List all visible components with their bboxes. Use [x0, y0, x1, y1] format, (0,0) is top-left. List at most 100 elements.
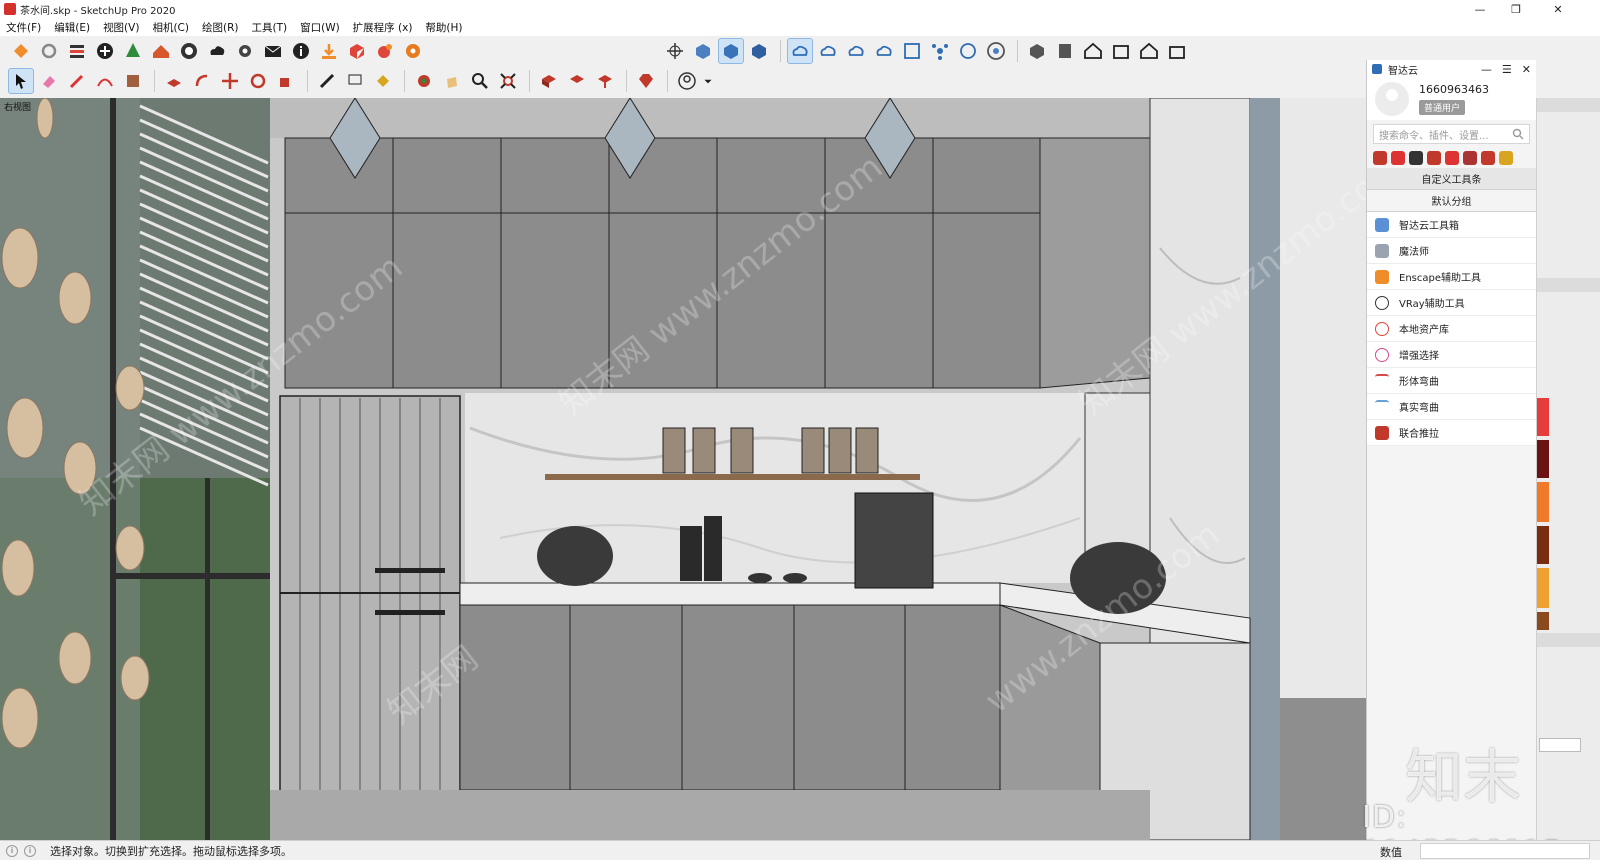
paint-tool-icon[interactable]: [372, 38, 398, 64]
warehouse-3d-icon[interactable]: [536, 68, 562, 94]
tray-header[interactable]: [1537, 278, 1600, 292]
search-input[interactable]: 搜索命令、插件、设置...: [1373, 124, 1530, 144]
tape-measure-icon[interactable]: [314, 68, 340, 94]
menu-help[interactable]: 帮助(H): [425, 20, 462, 35]
cloud-upload-icon[interactable]: [843, 38, 869, 64]
push-pull-icon[interactable]: [1427, 151, 1441, 165]
box-tool-icon[interactable]: [344, 38, 370, 64]
front-view-icon[interactable]: [718, 38, 744, 64]
tree-icon[interactable]: [120, 38, 146, 64]
avatar[interactable]: [1375, 82, 1409, 116]
zoom-icon[interactable]: [467, 68, 493, 94]
account-icon[interactable]: [674, 68, 700, 94]
chevron-down-icon[interactable]: [702, 68, 714, 94]
measurement-input[interactable]: [1420, 843, 1590, 859]
top-view-icon[interactable]: [690, 38, 716, 64]
mail-icon[interactable]: [260, 38, 286, 64]
right-view-icon[interactable]: [746, 38, 772, 64]
material-swatch[interactable]: [1537, 398, 1549, 436]
search-icon[interactable]: [1512, 128, 1524, 140]
minimize-button[interactable]: —: [1462, 0, 1498, 18]
geolocation-icon[interactable]: i: [6, 844, 18, 857]
arc-icon[interactable]: [92, 68, 118, 94]
menu-file[interactable]: 文件(F): [6, 20, 41, 35]
clock-check-icon[interactable]: [955, 38, 981, 64]
pan-hand-icon[interactable]: [439, 68, 465, 94]
import-icon[interactable]: [316, 38, 342, 64]
panel-item-wizard[interactable]: 魔法师: [1367, 238, 1536, 264]
menu-camera[interactable]: 相机(C): [152, 20, 189, 35]
gear-orange-icon[interactable]: [400, 38, 426, 64]
panel-item-enhanced-select[interactable]: 增强选择: [1367, 342, 1536, 368]
pencil-icon[interactable]: [1445, 151, 1459, 165]
move-cross-icon[interactable]: [1391, 151, 1405, 165]
cloud-list-icon[interactable]: [871, 38, 897, 64]
chrome-icon[interactable]: [983, 38, 1009, 64]
zoom-extents-icon[interactable]: [495, 68, 521, 94]
model-viewport[interactable]: 右视图 知末网 www.znzmo.com 知末网 www.znzmo.com …: [0, 98, 1366, 840]
share-model-icon[interactable]: [564, 68, 590, 94]
home-icon[interactable]: [1136, 38, 1162, 64]
menu-view[interactable]: 视图(V): [103, 20, 139, 35]
eraser-icon[interactable]: [36, 68, 62, 94]
panel-item-toolbox[interactable]: 智达云工具箱: [1367, 212, 1536, 238]
scale-icon[interactable]: [273, 68, 299, 94]
network-icon[interactable]: [927, 38, 953, 64]
tape-measure-icon[interactable]: [1409, 151, 1423, 165]
refresh-icon[interactable]: [36, 38, 62, 64]
rectangle-icon[interactable]: [120, 68, 146, 94]
section-default-group[interactable]: 默认分组: [1367, 190, 1536, 212]
panel-item-shape-bend[interactable]: 形体弯曲: [1367, 368, 1536, 394]
expand-icon[interactable]: [899, 38, 925, 64]
info-icon[interactable]: i: [24, 844, 36, 857]
cloud-sync-icon[interactable]: [787, 38, 813, 64]
panel-menu-button[interactable]: ☰: [1502, 63, 1512, 76]
menu-edit[interactable]: 编辑(E): [54, 20, 90, 35]
paint-bucket-icon[interactable]: [370, 68, 396, 94]
panel-item-real-bend[interactable]: 真实弯曲: [1367, 394, 1536, 420]
list-tool-icon[interactable]: [64, 38, 90, 64]
orbit-icon[interactable]: [411, 68, 437, 94]
select-arrow-icon[interactable]: [8, 68, 34, 94]
material-swatch[interactable]: [1537, 612, 1549, 630]
move-icon[interactable]: [217, 68, 243, 94]
push-pull-icon[interactable]: [161, 68, 187, 94]
panel-item-enscape[interactable]: Enscape辅助工具: [1367, 264, 1536, 290]
user-card[interactable]: 1660963463 普通用户: [1367, 78, 1536, 120]
panel-item-joint-pushpull[interactable]: 联合推拉: [1367, 420, 1536, 446]
settings-icon[interactable]: [232, 38, 258, 64]
rotate-icon[interactable]: [1481, 151, 1495, 165]
menu-tools[interactable]: 工具(T): [251, 20, 287, 35]
panel-item-vray[interactable]: VRay辅助工具: [1367, 290, 1536, 316]
material-swatch[interactable]: [1537, 568, 1549, 608]
rotate-icon[interactable]: [245, 68, 271, 94]
menu-window[interactable]: 窗口(W): [300, 20, 340, 35]
house-tool-icon[interactable]: [148, 38, 174, 64]
follow-me-icon[interactable]: [189, 68, 215, 94]
upload-model-icon[interactable]: [592, 68, 618, 94]
tray-header[interactable]: [1537, 633, 1600, 647]
material-swatch[interactable]: [1537, 482, 1549, 522]
iso-view-icon[interactable]: [662, 38, 688, 64]
menu-extensions[interactable]: 扩展程序 (x): [353, 20, 413, 35]
checker-icon[interactable]: [176, 38, 202, 64]
cloud-download-icon[interactable]: [204, 38, 230, 64]
components-icon[interactable]: [1024, 38, 1050, 64]
close-button[interactable]: ✕: [1540, 0, 1576, 18]
panel-minimize-button[interactable]: —: [1481, 63, 1492, 76]
paint-bucket-icon[interactable]: [1499, 151, 1513, 165]
tray-search-input[interactable]: [1539, 738, 1581, 752]
maximize-button[interactable]: ❐: [1498, 0, 1534, 18]
zhidayun-logo-icon[interactable]: [8, 38, 34, 64]
material-swatch[interactable]: [1537, 440, 1549, 478]
materials-icon[interactable]: [1052, 38, 1078, 64]
tray-header[interactable]: [1537, 98, 1600, 112]
pencil-icon[interactable]: [64, 68, 90, 94]
section-custom-toolbar[interactable]: 自定义工具条: [1367, 168, 1536, 190]
move-icon[interactable]: [1373, 151, 1387, 165]
text-label-icon[interactable]: [342, 68, 368, 94]
info-icon[interactable]: [288, 38, 314, 64]
add-circle-icon[interactable]: [92, 38, 118, 64]
panel-close-button[interactable]: ✕: [1522, 63, 1531, 76]
material-swatch[interactable]: [1537, 526, 1549, 564]
